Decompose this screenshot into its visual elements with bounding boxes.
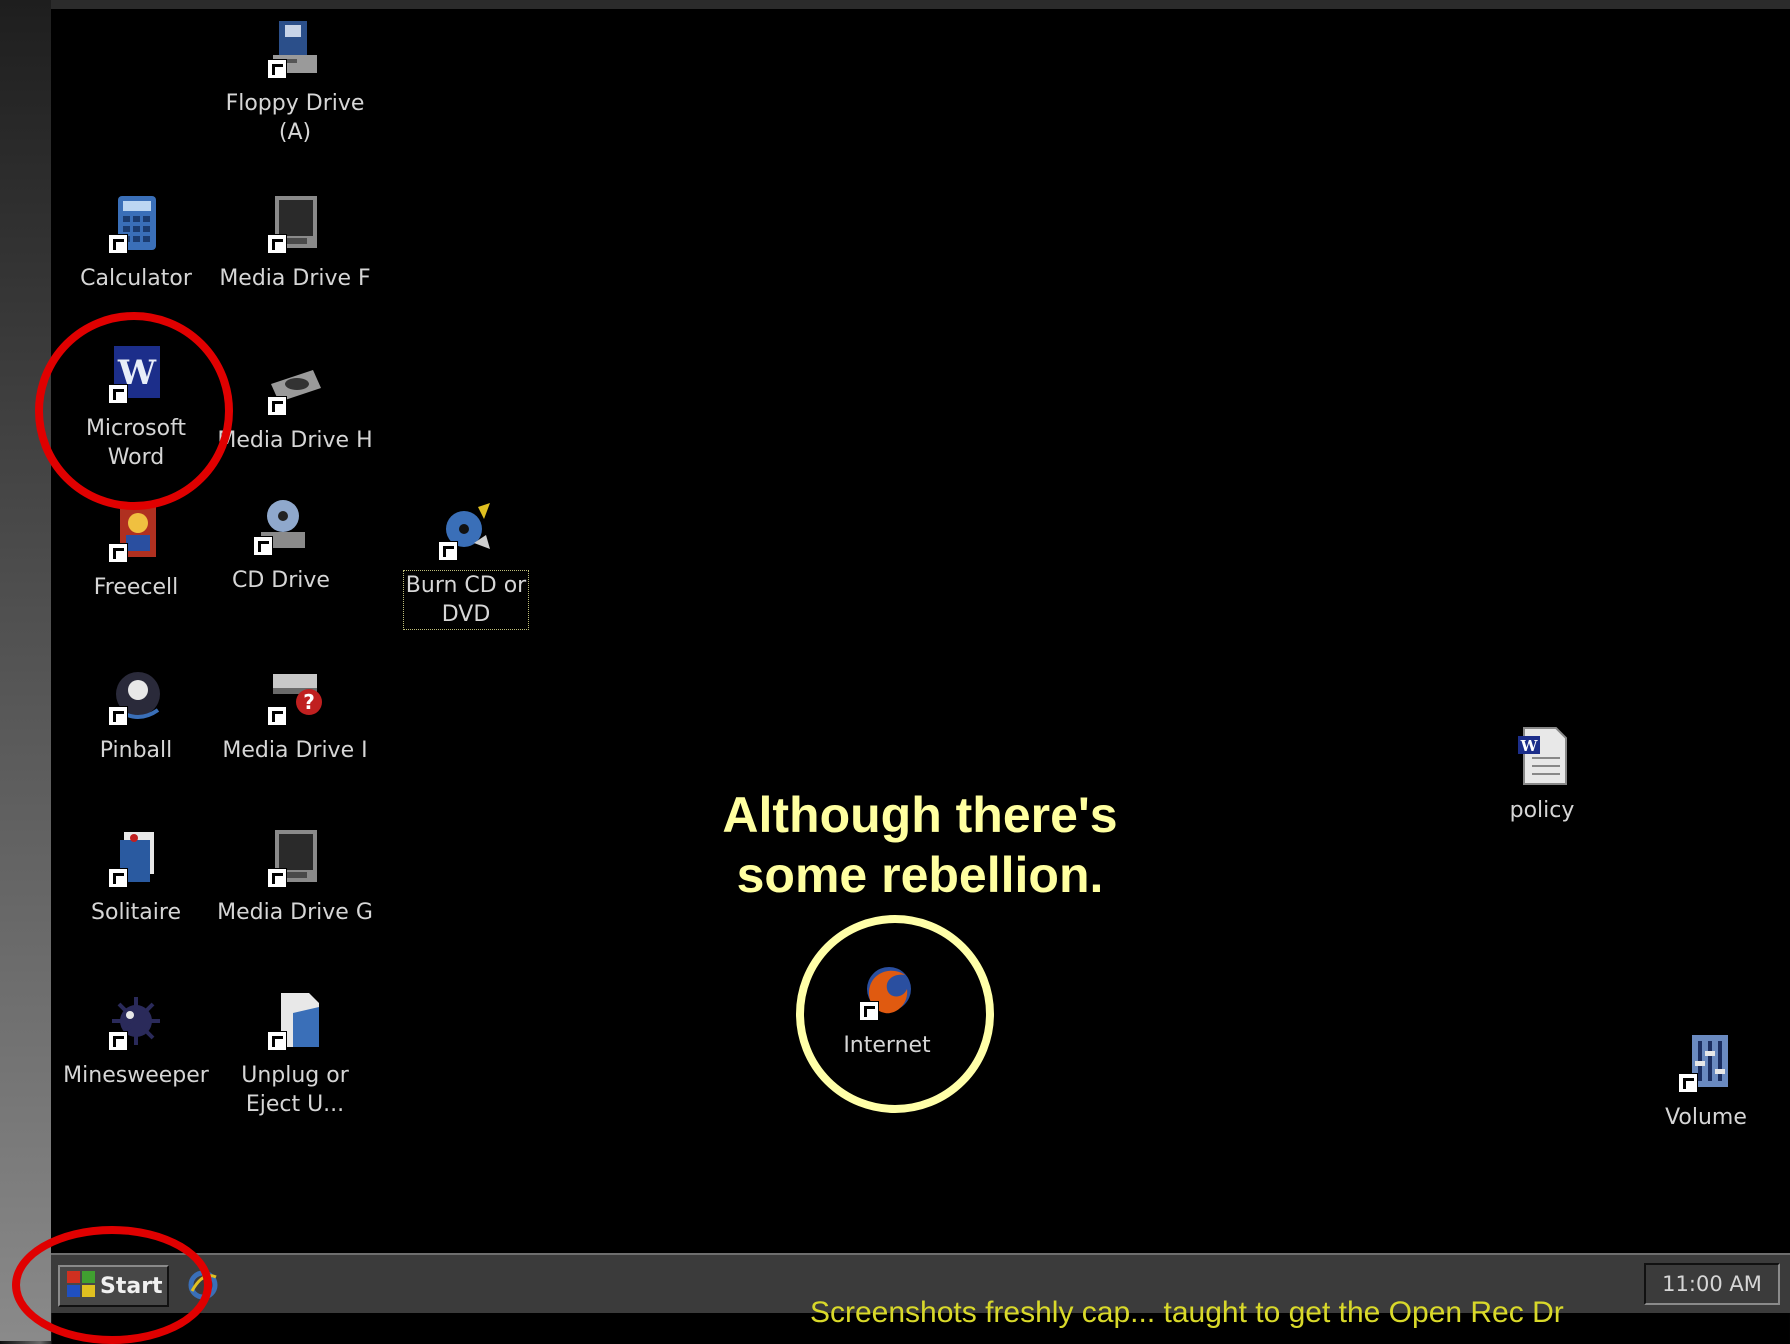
pinball-icon — [104, 664, 168, 728]
desktop-icon-solitaire[interactable]: Solitaire — [56, 826, 216, 927]
icon-label: Pinball — [99, 738, 173, 763]
icon-label: Burn CD or DVD — [402, 570, 530, 630]
solitaire-icon — [104, 826, 168, 890]
shortcut-arrow-icon — [108, 1031, 128, 1051]
callout-text: Although there's some rebellion. — [722, 787, 1118, 903]
desktop-icon-calculator[interactable]: Calculator — [56, 192, 216, 293]
shortcut-arrow-icon — [267, 1031, 287, 1051]
icon-label: policy — [1509, 798, 1575, 823]
svg-text:?: ? — [303, 690, 315, 714]
floppy-drive-icon — [263, 17, 327, 81]
icon-label: Minesweeper — [63, 1063, 209, 1088]
icon-label: Unplug or Eject U... — [241, 1063, 349, 1117]
desktop-icon-burn-cd-dvd[interactable]: Burn CD or DVD — [386, 499, 546, 630]
calculator-icon — [104, 192, 168, 256]
icon-label: CD Drive — [232, 568, 330, 593]
desktop-icon-pinball[interactable]: Pinball — [56, 664, 216, 765]
icon-label: Media Drive F — [219, 266, 371, 291]
unplug-eject-icon — [263, 989, 327, 1053]
minesweeper-icon — [104, 989, 168, 1053]
word-document-icon: W — [1510, 724, 1574, 788]
icon-label: Media Drive G — [217, 900, 373, 925]
volume-icon — [1674, 1031, 1738, 1095]
desktop-icon-volume[interactable]: Volume — [1626, 1031, 1786, 1132]
footer-caption: Screenshots freshly cap... taught to get… — [810, 1296, 1564, 1329]
shortcut-arrow-icon — [108, 706, 128, 726]
cd-drive-icon — [249, 494, 313, 558]
annotation-circle-start — [12, 1226, 212, 1344]
desktop-icon-cd-drive[interactable]: CD Drive — [201, 494, 361, 595]
icon-label: Volume — [1665, 1105, 1747, 1130]
slide-left-gradient — [0, 0, 51, 1341]
shortcut-arrow-icon — [108, 543, 128, 563]
shortcut-arrow-icon — [108, 868, 128, 888]
slide-top-band — [0, 0, 1790, 9]
shortcut-arrow-icon — [267, 234, 287, 254]
burn-cd-icon — [434, 499, 498, 563]
icon-label: Media Drive I — [222, 738, 368, 763]
shortcut-arrow-icon — [267, 396, 287, 416]
desktop-icon-minesweeper[interactable]: Minesweeper — [56, 989, 216, 1090]
desktop-icon-floppy-drive[interactable]: Floppy Drive (A) — [215, 17, 375, 147]
desktop-icon-freecell[interactable]: Freecell — [56, 501, 216, 602]
icon-label: Media Drive H — [217, 428, 373, 453]
icon-label: Solitaire — [91, 900, 181, 925]
desktop-icon-media-drive-g[interactable]: Media Drive G — [215, 826, 375, 927]
icon-label: Floppy Drive (A) — [225, 91, 365, 145]
icon-label: Freecell — [93, 575, 179, 600]
media-drive-icon — [263, 826, 327, 890]
shortcut-arrow-icon — [1678, 1073, 1698, 1093]
freecell-icon — [104, 501, 168, 565]
desktop-icon-media-drive-f[interactable]: Media Drive F — [215, 192, 375, 293]
icon-label: Calculator — [80, 266, 192, 291]
shortcut-arrow-icon — [253, 536, 273, 556]
desktop-icon-media-drive-i[interactable]: ? Media Drive I — [215, 664, 375, 765]
media-drive-icon — [263, 192, 327, 256]
shortcut-arrow-icon — [267, 59, 287, 79]
media-drive-unknown-icon: ? — [263, 664, 327, 728]
desktop-icon-policy[interactable]: W policy — [1462, 724, 1622, 825]
taskbar-clock[interactable]: 11:00 AM — [1644, 1263, 1780, 1305]
media-drive-icon — [263, 354, 327, 418]
shortcut-arrow-icon — [267, 868, 287, 888]
annotation-circle-internet — [796, 915, 994, 1113]
shortcut-arrow-icon — [438, 541, 458, 561]
shortcut-arrow-icon — [267, 706, 287, 726]
svg-text:W: W — [1520, 737, 1539, 755]
desktop-icon-media-drive-h[interactable]: Media Drive H — [215, 354, 375, 455]
desktop-icon-unplug-eject[interactable]: Unplug or Eject U... — [215, 989, 375, 1119]
shortcut-arrow-icon — [108, 234, 128, 254]
annotation-circle-word — [35, 312, 233, 510]
